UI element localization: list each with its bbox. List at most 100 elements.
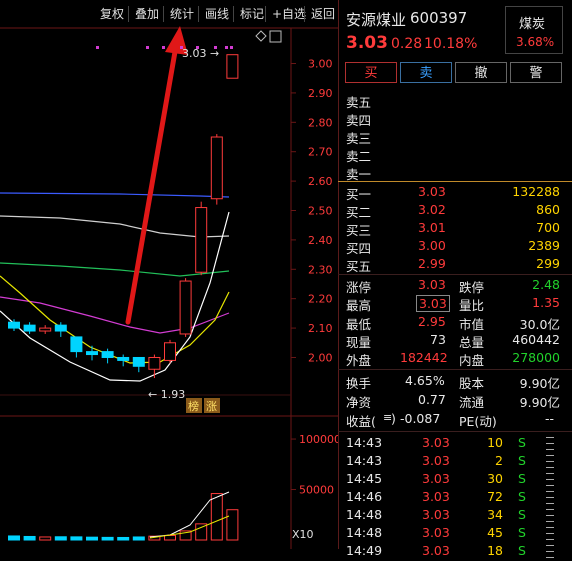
tick-side: S: [518, 435, 526, 450]
price-change: 0.28: [391, 36, 423, 52]
toolbar-tongji[interactable]: 统计: [166, 3, 198, 25]
ask-row[interactable]: 卖三: [338, 128, 572, 146]
volume-bar: [210, 493, 223, 541]
volume-bar: [70, 536, 83, 541]
tick-side: S: [518, 453, 526, 468]
bid-row[interactable]: 买二 3.02 860: [338, 202, 572, 220]
bid-row[interactable]: 买三 3.01 700: [338, 220, 572, 238]
tick-row: 14:49 3.03 18 S: [338, 543, 572, 561]
stat-row: 外盘 182442 内盘 278000: [346, 350, 560, 368]
ma-line: [0, 262, 230, 277]
signal-dot: [96, 46, 99, 49]
tick-row: 14:48 3.03 34 S: [338, 507, 572, 525]
ask-row[interactable]: 卖一: [338, 164, 572, 182]
price-label: 2.10: [308, 322, 333, 335]
volume-bar: [164, 534, 176, 541]
divider: [338, 431, 572, 432]
quote-panel: 安源煤业 600397 煤炭 3.68% 3.03 0.28 10.18% 买 …: [338, 0, 572, 558]
orderbook-divider: [338, 181, 572, 182]
candle-body: [195, 207, 208, 273]
bid-row[interactable]: 买四 3.00 2389: [338, 238, 572, 256]
last-price: 3.03: [346, 33, 388, 53]
signal-dot: [214, 46, 217, 49]
stat-row: 换手 4.65% 股本 9.90亿: [346, 373, 560, 391]
tick-side: S: [518, 525, 526, 540]
candle-body: [179, 280, 192, 335]
tick-time: 14:45: [346, 471, 383, 486]
toolbar-fuquan[interactable]: 复权: [96, 3, 128, 25]
tick-price: 3.03: [422, 507, 450, 522]
tick-price: 3.03: [422, 471, 450, 486]
tick-time: 14:49: [346, 543, 383, 558]
toolbar-divider: [233, 6, 234, 22]
tick-time: 14:48: [346, 507, 383, 522]
tick-volume: 10: [487, 435, 503, 450]
sector-box[interactable]: 煤炭 3.68%: [505, 6, 563, 54]
toolbar-back[interactable]: 返回: [307, 3, 339, 25]
buy-button[interactable]: 买: [345, 62, 397, 83]
stat-row: 净资 0.77 流通 9.90亿: [346, 392, 560, 410]
tick-side: S: [518, 507, 526, 522]
price-label: 2.80: [308, 116, 333, 129]
candle-body: [117, 356, 130, 361]
sector-pct: 3.68%: [516, 35, 555, 49]
volume-bar: [8, 535, 20, 541]
badge-text: 涨: [206, 400, 217, 413]
tick-row: 14:43 3.03 2 S: [338, 453, 572, 471]
candle-body: [164, 342, 176, 361]
bid-row[interactable]: 买一 3.03 132288: [338, 184, 572, 202]
signal-dot: [180, 46, 183, 49]
min-price-label: ← 1.93: [148, 388, 185, 401]
stock-code: 600397: [410, 9, 468, 27]
stat-row: 收益(≡) -0.087 PE(动) --: [346, 411, 554, 429]
ma-line: [0, 215, 230, 238]
ask-row[interactable]: 卖五: [338, 92, 572, 110]
maximize-icon: [269, 30, 282, 43]
tick-price: 3.03: [422, 435, 450, 450]
volume-bar: [23, 535, 36, 541]
alert-button[interactable]: 警: [510, 62, 562, 83]
candle-body: [70, 336, 83, 353]
bid-row[interactable]: 买五 2.99 299: [338, 256, 572, 274]
toolbar-diejia[interactable]: 叠加: [131, 3, 163, 25]
kline-chart[interactable]: 3.00 2.90 2.80 2.70 2.60 2.50 2.40 2.30 2.20 2.10…: [0, 0, 338, 549]
candle-body: [54, 324, 67, 332]
ask-row[interactable]: 卖二: [338, 146, 572, 164]
volume-bar: [86, 536, 98, 541]
tick-price: 3.03: [422, 525, 450, 540]
sector-name: 煤炭: [519, 17, 546, 32]
stat-row: 现量 73 总量 460442: [346, 332, 560, 350]
candle-body: [8, 321, 20, 329]
candle-body: [39, 327, 52, 332]
stock-name: 安源煤业: [346, 11, 407, 29]
tick-volume: 30: [487, 471, 503, 486]
diamond-icon: [255, 30, 267, 42]
price-label: 2.20: [308, 293, 333, 306]
candle-body: [132, 356, 145, 367]
toolbar-divider: [128, 6, 129, 22]
tick-time: 14:43: [346, 453, 383, 468]
price-label: 2.90: [308, 87, 333, 100]
signal-dot: [225, 46, 228, 49]
volume-bar: [54, 536, 67, 541]
price-label: 2.30: [308, 263, 333, 276]
toolbar-biaoji[interactable]: 标记: [236, 3, 268, 25]
toolbar-huaxian[interactable]: 画线: [201, 3, 233, 25]
tick-row: 14:45 3.03 30 S: [338, 471, 572, 489]
tick-detail-icon: [546, 527, 554, 540]
sell-button[interactable]: 卖: [400, 62, 452, 83]
tick-volume: 45: [487, 525, 503, 540]
candle-body: [148, 356, 161, 370]
tick-volume: 18: [487, 543, 503, 558]
toolbar-divider: [304, 6, 305, 22]
price-label: 2.00: [308, 351, 333, 364]
signal-dot: [230, 46, 233, 49]
ask-row[interactable]: 卖四: [338, 110, 572, 128]
cancel-button[interactable]: 撤: [455, 62, 507, 83]
candle-body: [210, 136, 223, 200]
volume-bar: [39, 536, 52, 541]
tick-price: 3.03: [422, 489, 450, 504]
price-change-pct: 10.18%: [424, 36, 478, 52]
candle-body: [101, 351, 114, 358]
tick-detail-icon: [546, 545, 554, 558]
